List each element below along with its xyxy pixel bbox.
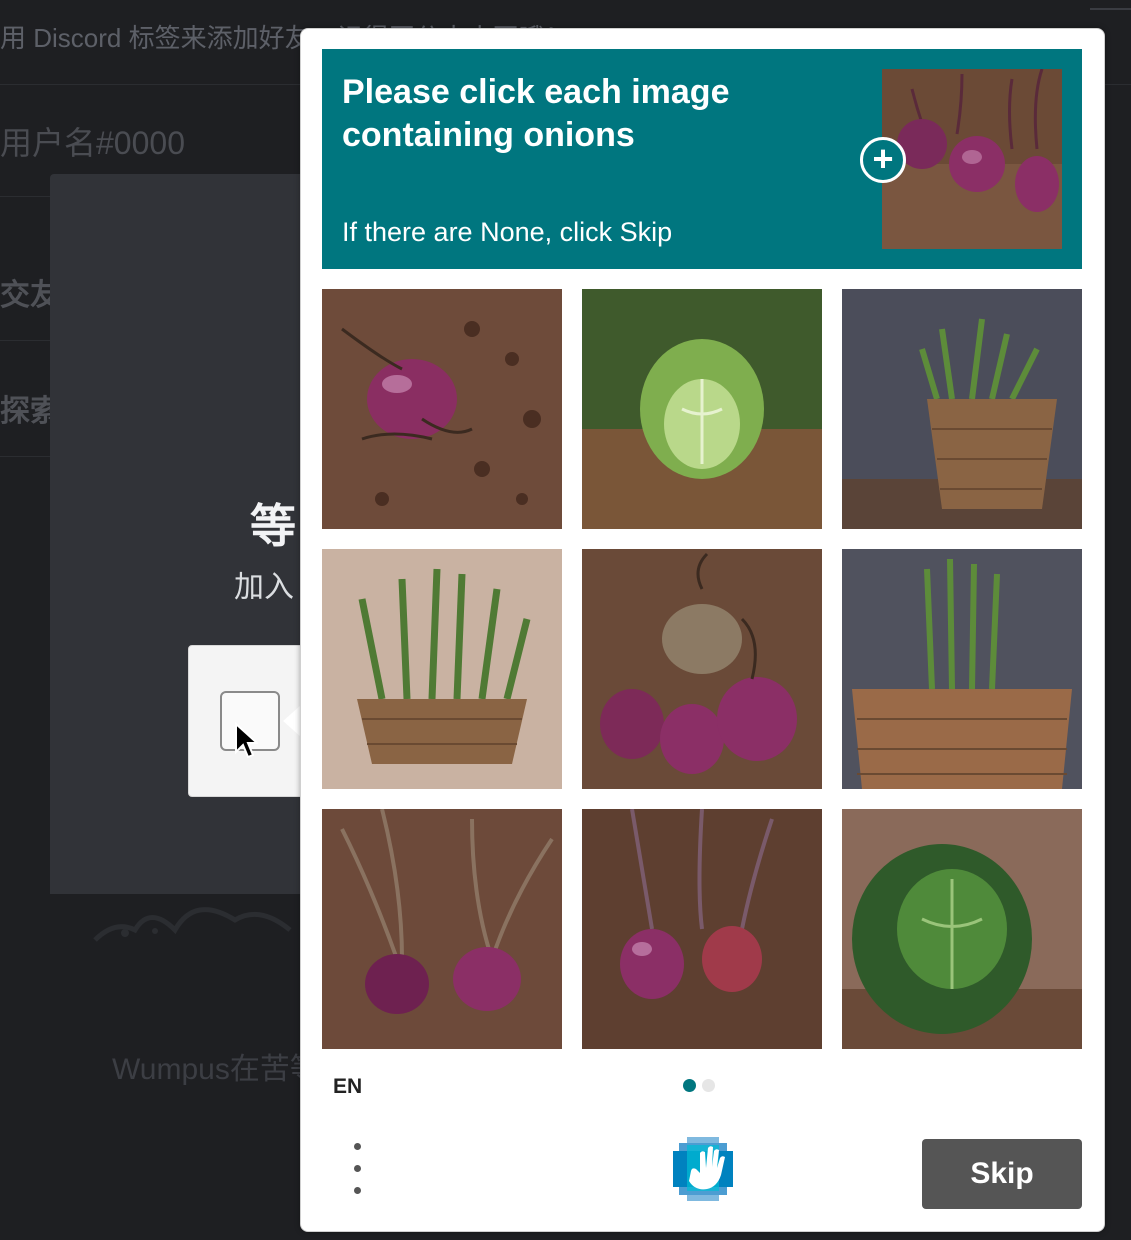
- image-tile[interactable]: [322, 809, 562, 1049]
- image-tile[interactable]: [842, 289, 1082, 529]
- mouse-cursor-icon: [235, 722, 258, 759]
- window-corner: [1090, 0, 1131, 10]
- onion-image: [322, 289, 562, 529]
- image-tile[interactable]: [322, 289, 562, 529]
- image-tile[interactable]: [582, 549, 822, 789]
- image-tile[interactable]: [322, 549, 562, 789]
- onion-image: [882, 69, 1062, 249]
- page-dot-active: [683, 1079, 696, 1092]
- prompt-subtext: If there are None, click Skip: [342, 217, 673, 247]
- asparagus-image: [322, 549, 562, 789]
- image-tile[interactable]: [582, 289, 822, 529]
- hcaptcha-logo-icon: [673, 1137, 733, 1201]
- more-vertical-icon[interactable]: [345, 1143, 369, 1195]
- hcaptcha-challenge: Please click each image containing onion…: [300, 28, 1105, 1232]
- cabbage-image: [842, 809, 1082, 1049]
- prompt-text: Please click each image containing onion…: [342, 73, 730, 154]
- onion-image: [582, 809, 822, 1049]
- page-dot: [702, 1079, 715, 1092]
- challenge-prompt: Please click each image containing onion…: [322, 49, 1082, 269]
- image-grid: [322, 289, 1082, 1049]
- onion-image: [322, 809, 562, 1049]
- waiting-title: 等: [250, 500, 296, 552]
- zoom-plus-icon[interactable]: +: [860, 137, 906, 183]
- example-image[interactable]: [882, 69, 1062, 249]
- wumpus-empty-text: Wumpus在苦等: [112, 1053, 320, 1086]
- image-tile[interactable]: [842, 549, 1082, 789]
- asparagus-image: [842, 289, 1082, 529]
- onion-image: [582, 549, 822, 789]
- popup-pointer: [283, 705, 301, 737]
- skip-button[interactable]: Skip: [922, 1139, 1082, 1209]
- page-indicator: [683, 1079, 721, 1097]
- wumpus-doodle-icon: [93, 907, 292, 942]
- asparagus-image: [842, 549, 1082, 789]
- image-tile[interactable]: [842, 809, 1082, 1049]
- cabbage-image: [582, 289, 822, 529]
- waiting-subtitle: 加入: [234, 571, 294, 604]
- username-input[interactable]: 用户名#0000: [0, 118, 185, 164]
- image-tile[interactable]: [582, 809, 822, 1049]
- language-selector[interactable]: EN: [333, 1075, 362, 1099]
